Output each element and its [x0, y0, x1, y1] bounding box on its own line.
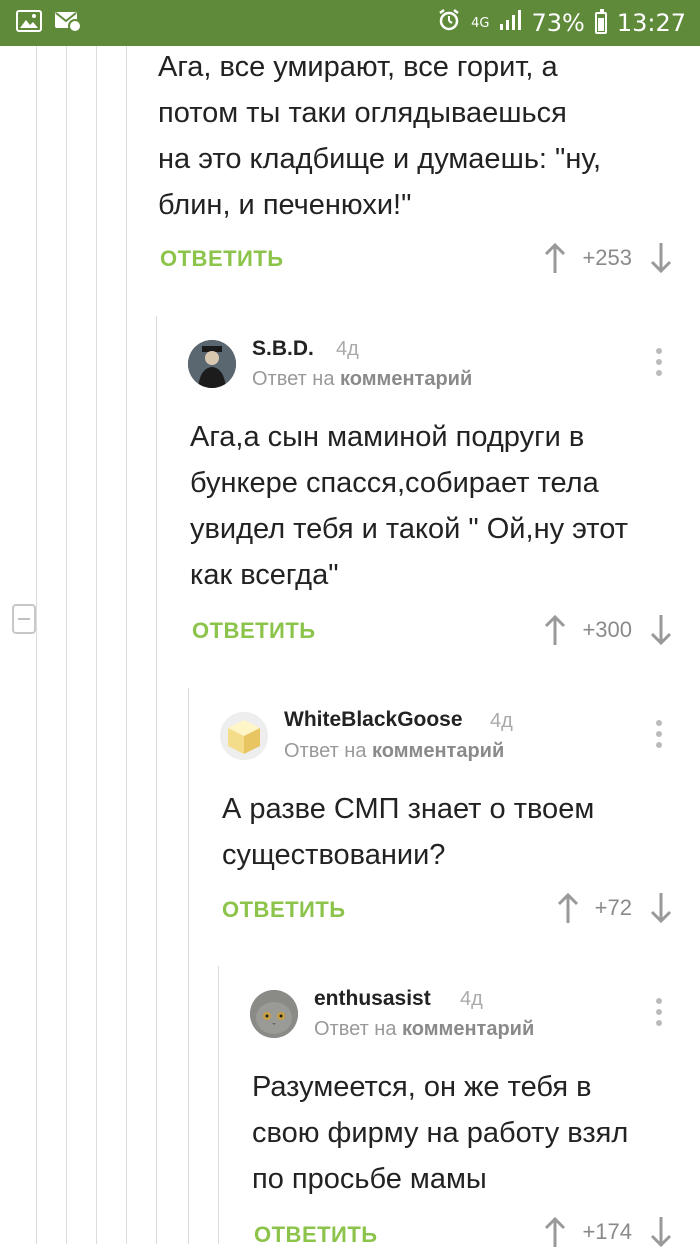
thread-rail [36, 46, 37, 1244]
comment-time: 4д [490, 710, 513, 732]
reply-to-line: Ответ на комментарий [284, 740, 504, 763]
score: +72 [594, 895, 632, 920]
vote-block: +72 [557, 892, 672, 924]
comment-line: существовании? [222, 839, 446, 871]
vote-up-icon[interactable] [544, 242, 566, 274]
thread-rail [66, 46, 67, 1244]
signal-icon [499, 9, 522, 37]
comment-line: блин, и печенюхи!" [158, 189, 412, 221]
thread-rail [188, 688, 189, 1244]
alarm-icon [437, 8, 461, 38]
vote-down-icon[interactable] [650, 892, 672, 924]
image-icon [16, 10, 42, 32]
reply-target-link[interactable]: комментарий [402, 1018, 534, 1040]
thread-rail [126, 46, 127, 1244]
comment-line: по просьбе мамы [252, 1163, 487, 1195]
thread-rail [156, 316, 157, 1244]
reply-button[interactable]: ОТВЕТИТЬ [222, 897, 346, 923]
vote-block: +300 [544, 614, 672, 646]
reply-to-line: Ответ на комментарий [252, 368, 472, 391]
avatar[interactable] [250, 990, 298, 1038]
more-vert-icon[interactable] [654, 720, 664, 752]
reply-to-line: Ответ на комментарий [314, 1018, 534, 1041]
reply-prefix: Ответ на [284, 740, 367, 762]
author-name[interactable]: enthusasist [314, 987, 431, 1011]
comment-line: Ага,а сын маминой подруги в [190, 421, 585, 453]
thread-rail [96, 46, 97, 1244]
comment-body: Ага, все умирают, все горит, а потом ты … [158, 44, 601, 228]
clock: 13:27 [616, 9, 686, 37]
reply-button[interactable]: ОТВЕТИТЬ [192, 618, 316, 644]
more-vert-icon[interactable] [654, 348, 664, 380]
comment-body: А разве СМП знает о твоем существовании? [222, 786, 594, 878]
comment-line: увидел тебя и такой " Ой,ну этот [190, 513, 629, 545]
score: +174 [582, 1219, 632, 1244]
avatar[interactable] [220, 712, 268, 760]
avatar[interactable] [188, 340, 236, 388]
author-name[interactable]: WhiteBlackGoose [284, 708, 463, 732]
thread-rail [218, 966, 219, 1244]
battery-percent: 73% [531, 9, 585, 37]
reply-button[interactable]: ОТВЕТИТЬ [254, 1222, 378, 1248]
score: +253 [582, 245, 632, 270]
network-type: 4G [471, 15, 490, 31]
comment-line: А разве СМП знает о твоем [222, 793, 595, 825]
mail-icon [54, 10, 82, 33]
reply-target-link[interactable]: комментарий [340, 368, 472, 390]
vote-block: +253 [544, 242, 672, 274]
comment-line: свою фирму на работу взял [252, 1117, 629, 1149]
reply-target-link[interactable]: комментарий [372, 740, 504, 762]
comment-line: потом ты таки оглядываешься [158, 97, 567, 129]
comment-line: как всегда" [190, 559, 339, 591]
comment-time: 4д [336, 338, 359, 360]
vote-up-icon[interactable] [544, 614, 566, 646]
author-name[interactable]: S.B.D. [252, 337, 314, 361]
comment-line: бункере спасся,собирает тела [190, 467, 599, 499]
vote-up-icon[interactable] [544, 1216, 566, 1248]
comment-time: 4д [460, 988, 483, 1010]
score: +300 [582, 617, 632, 642]
comment-body: Ага,а сын маминой подруги в бункере спас… [190, 414, 628, 598]
comment-line: Разумеется, он же тебя в [252, 1071, 592, 1103]
reply-prefix: Ответ на [314, 1018, 397, 1040]
reply-prefix: Ответ на [252, 368, 335, 390]
battery-icon [594, 9, 607, 34]
more-vert-icon[interactable] [654, 998, 664, 1030]
collapse-thread-icon[interactable] [12, 604, 36, 634]
vote-block: +174 [544, 1216, 672, 1248]
vote-down-icon[interactable] [650, 1216, 672, 1248]
vote-down-icon[interactable] [650, 614, 672, 646]
status-bar: 4G 73% 13:27 [0, 0, 700, 46]
vote-up-icon[interactable] [557, 892, 579, 924]
comment-line: на это кладбище и думаешь: "ну, [158, 143, 602, 175]
reply-button[interactable]: ОТВЕТИТЬ [160, 246, 284, 272]
comment-body: Разумеется, он же тебя в свою фирму на р… [252, 1064, 628, 1202]
comment-line: Ага, все умирают, все горит, а [158, 51, 558, 83]
vote-down-icon[interactable] [650, 242, 672, 274]
